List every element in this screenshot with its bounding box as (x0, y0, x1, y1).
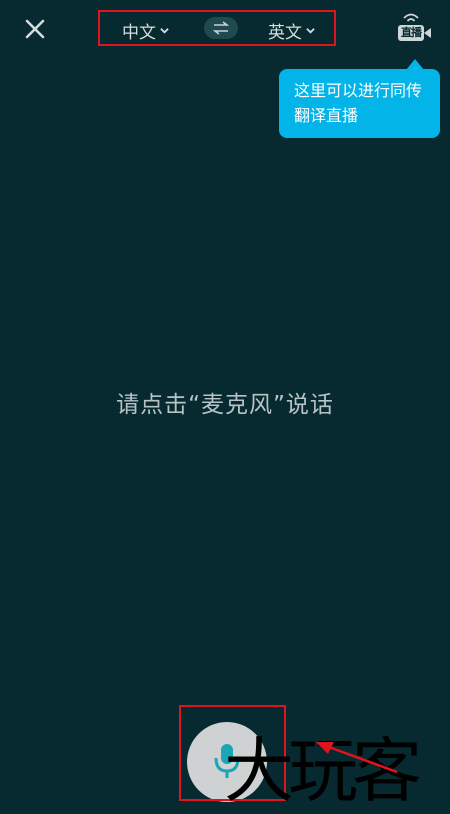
language-selector-bar: 中文 英文 (98, 10, 336, 46)
camera-icon (424, 28, 431, 38)
swap-languages-button[interactable] (204, 17, 238, 39)
chevron-down-icon (306, 28, 315, 34)
live-broadcast-button[interactable]: 直播 (396, 12, 432, 44)
target-language-label: 英文 (268, 23, 302, 43)
watermark: 大玩客 (224, 730, 444, 814)
chevron-down-icon (160, 28, 169, 34)
target-language-dropdown[interactable]: 英文 (268, 18, 315, 43)
tooltip-line-2: 翻译直播 (294, 106, 359, 125)
red-arrow-icon (316, 742, 398, 774)
close-icon (25, 19, 45, 39)
swap-icon (213, 21, 229, 35)
live-label: 直播 (398, 25, 424, 41)
source-language-dropdown[interactable]: 中文 (122, 18, 169, 43)
live-tooltip: 这里可以进行同传 翻译直播 (279, 69, 440, 138)
speak-hint: 请点击“麦克风”说话 (116, 392, 334, 418)
source-language-label: 中文 (122, 23, 156, 43)
tooltip-line-1: 这里可以进行同传 (294, 81, 423, 100)
close-button[interactable] (18, 14, 52, 48)
signal-icon (403, 13, 419, 22)
